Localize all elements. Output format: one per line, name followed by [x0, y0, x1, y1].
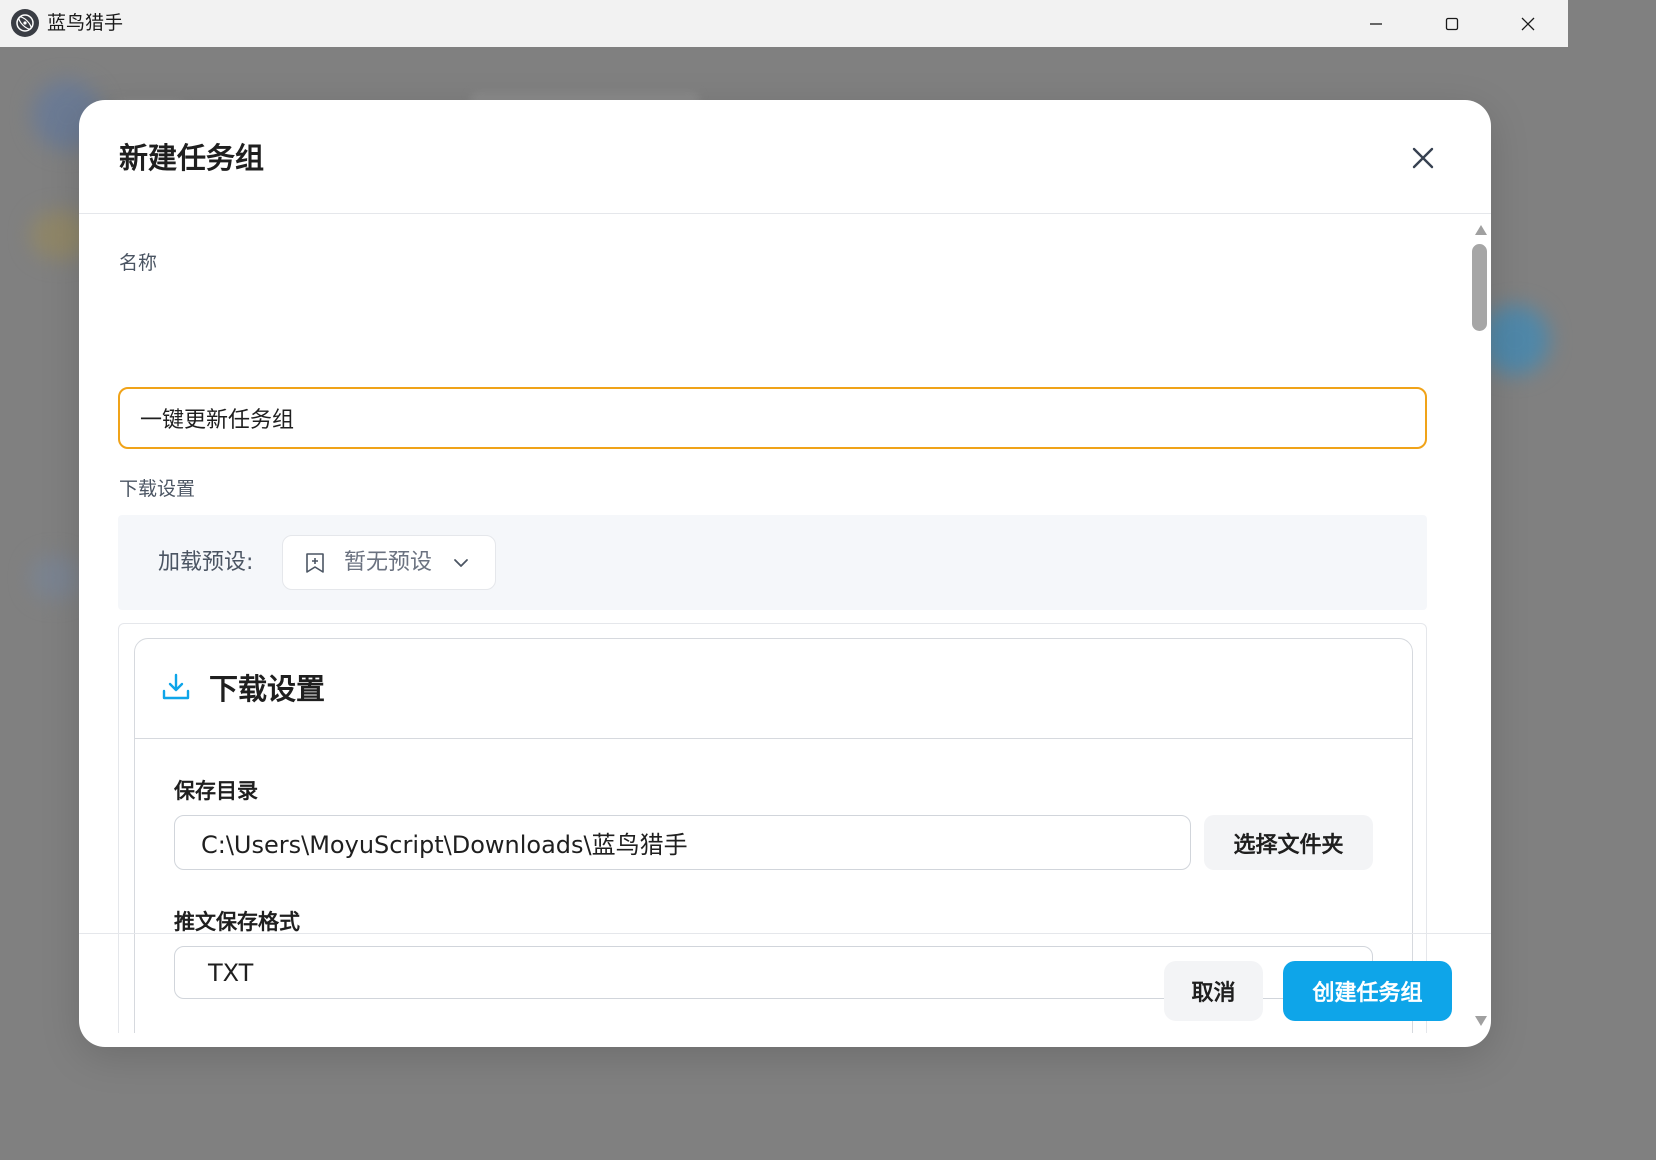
dialog-body[interactable]: 名称 一键更新任务组 下载设置 加载预设: 暂无预设 下载设置 保存目录 C:\…	[79, 214, 1491, 1033]
app-title: 蓝鸟猎手	[47, 12, 124, 34]
divider	[79, 933, 1491, 934]
preset-label: 加载预设:	[158, 550, 254, 575]
divider	[135, 738, 1412, 739]
chevron-down-icon	[452, 554, 470, 576]
download-settings-label: 下载设置	[119, 478, 196, 500]
minimize-icon	[1370, 22, 1382, 25]
name-label: 名称	[119, 252, 158, 274]
format-label: 推文保存格式	[174, 910, 300, 934]
cancel-button[interactable]: 取消	[1164, 961, 1263, 1021]
scrollbar[interactable]	[1470, 214, 1491, 1033]
window-titlebar: 蓝鸟猎手	[0, 0, 1568, 47]
scroll-down-arrow-icon[interactable]	[1474, 1012, 1488, 1031]
download-icon	[161, 672, 191, 706]
format-value: TXT	[208, 958, 254, 987]
background-item	[30, 555, 80, 600]
create-task-group-button[interactable]: 创建任务组	[1283, 961, 1452, 1021]
preset-value: 暂无预设	[344, 550, 433, 575]
save-dir-label: 保存目录	[174, 779, 258, 803]
app-logo-icon	[11, 9, 39, 37]
preset-bar: 加载预设: 暂无预设	[118, 515, 1427, 610]
scrollbar-thumb[interactable]	[1472, 244, 1487, 331]
preset-select[interactable]: 暂无预设	[282, 535, 496, 590]
save-dir-input[interactable]: C:\Users\MoyuScript\Downloads\蓝鸟猎手	[174, 815, 1191, 870]
pick-folder-button[interactable]: 选择文件夹	[1204, 815, 1373, 870]
bookmark-add-icon	[305, 552, 325, 578]
maximize-button[interactable]	[1414, 0, 1490, 47]
dialog-close-button[interactable]	[1405, 140, 1441, 176]
maximize-icon	[1445, 17, 1459, 30]
name-input-value: 一键更新任务组	[140, 408, 295, 433]
dialog-title: 新建任务组	[119, 141, 265, 175]
new-task-group-dialog: 新建任务组 名称 一键更新任务组 下载设置 加载预设: 暂无预设 下载设置 保存…	[79, 100, 1491, 1047]
save-dir-value: C:\Users\MoyuScript\Downloads\蓝鸟猎手	[201, 831, 688, 859]
section-title: 下载设置	[209, 672, 326, 706]
scroll-up-arrow-icon[interactable]	[1474, 221, 1488, 240]
name-input[interactable]: 一键更新任务组	[118, 387, 1427, 449]
minimize-button[interactable]	[1338, 0, 1414, 47]
close-icon	[1412, 147, 1434, 169]
window-close-button[interactable]	[1490, 0, 1566, 47]
close-icon	[1521, 17, 1535, 30]
